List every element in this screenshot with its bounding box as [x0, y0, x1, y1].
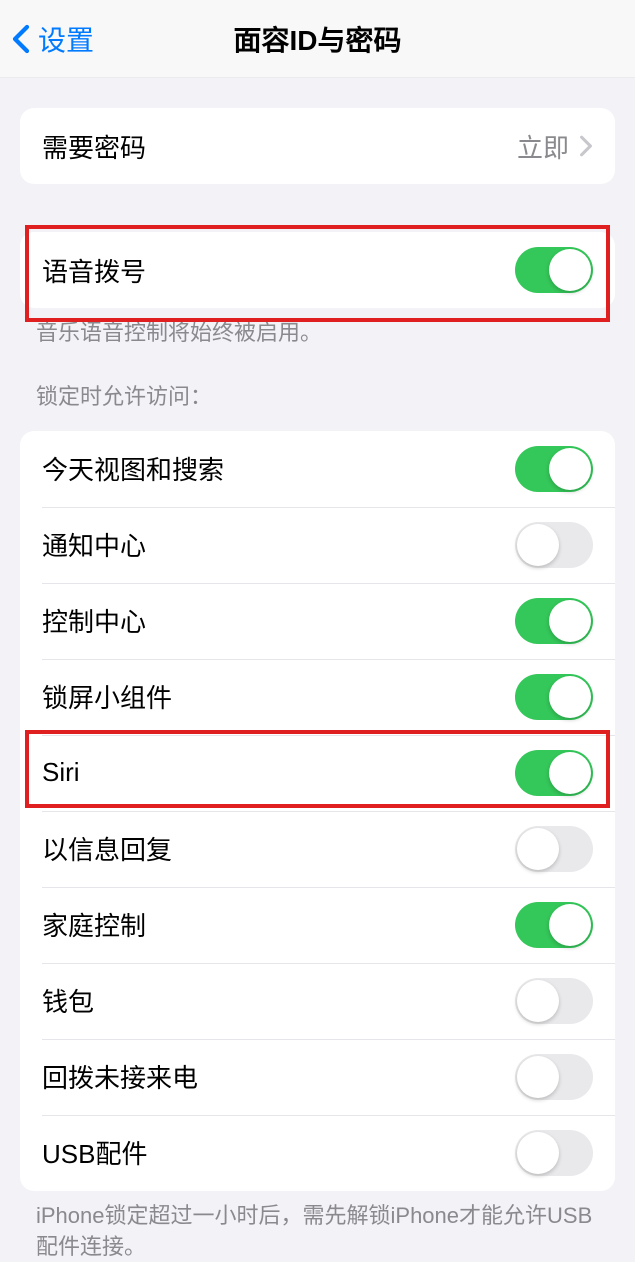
lock-access-header: 锁定时允许访问： — [0, 349, 635, 421]
lock-access-label: 锁屏小组件 — [42, 678, 515, 715]
lock-access-toggle[interactable] — [515, 826, 593, 872]
lock-access-label: Siri — [42, 757, 515, 788]
lock-access-label: 家庭控制 — [42, 906, 515, 943]
voice-dial-footer: 音乐语音控制将始终被启用。 — [0, 308, 635, 349]
navigation-bar: 设置 面容ID与密码 — [0, 0, 635, 78]
back-button[interactable]: 设置 — [0, 19, 94, 59]
lock-access-row: 以信息回复 — [20, 811, 615, 887]
chevron-right-icon — [579, 135, 593, 157]
lock-access-toggle[interactable] — [515, 978, 593, 1024]
lock-access-row: USB配件 — [20, 1115, 615, 1191]
lock-access-row: 家庭控制 — [20, 887, 615, 963]
toggle-knob — [517, 524, 559, 566]
voice-dial-row: 语音拨号 — [20, 232, 615, 308]
lock-access-row: 锁屏小组件 — [20, 659, 615, 735]
lock-access-row: Siri — [20, 735, 615, 811]
lock-access-toggle[interactable] — [515, 1054, 593, 1100]
lock-access-row: 通知中心 — [20, 507, 615, 583]
voice-dial-group: 语音拨号 — [20, 232, 615, 308]
voice-dial-toggle[interactable] — [515, 247, 593, 293]
lock-access-label: 通知中心 — [42, 526, 515, 563]
lock-access-toggle[interactable] — [515, 1130, 593, 1176]
lock-access-row: 钱包 — [20, 963, 615, 1039]
lock-access-footer: iPhone锁定超过一小时后，需先解锁iPhone才能允许USB配件连接。 — [0, 1191, 635, 1262]
lock-access-toggle[interactable] — [515, 598, 593, 644]
passcode-group: 需要密码 立即 — [20, 108, 615, 184]
toggle-knob — [549, 752, 591, 794]
lock-access-toggle[interactable] — [515, 674, 593, 720]
lock-access-row: 回拨未接来电 — [20, 1039, 615, 1115]
toggle-knob — [549, 448, 591, 490]
lock-access-toggle[interactable] — [515, 902, 593, 948]
lock-access-label: 钱包 — [42, 982, 515, 1019]
require-passcode-row[interactable]: 需要密码 立即 — [20, 108, 615, 184]
toggle-knob — [549, 600, 591, 642]
voice-dial-label: 语音拨号 — [42, 252, 515, 289]
toggle-knob — [517, 980, 559, 1022]
page-title: 面容ID与密码 — [233, 19, 401, 59]
lock-access-label: 今天视图和搜索 — [42, 450, 515, 487]
chevron-left-icon — [12, 24, 30, 54]
toggle-knob — [517, 828, 559, 870]
lock-access-label: 回拨未接来电 — [42, 1058, 515, 1095]
lock-access-toggle[interactable] — [515, 446, 593, 492]
lock-access-toggle[interactable] — [515, 750, 593, 796]
content: 需要密码 立即 语音拨号 音乐语音控制将始终被启用。 锁定时允许访问： 今天视图… — [0, 108, 635, 1262]
lock-access-row: 控制中心 — [20, 583, 615, 659]
lock-access-label: USB配件 — [42, 1134, 515, 1171]
require-passcode-label: 需要密码 — [42, 128, 517, 165]
back-label: 设置 — [38, 19, 94, 59]
toggle-knob — [549, 904, 591, 946]
lock-access-group: 今天视图和搜索通知中心控制中心锁屏小组件 Siri 以信息回复家庭控制钱包回拨未接来… — [20, 431, 615, 1191]
require-passcode-value: 立即 — [517, 128, 569, 165]
lock-access-label: 控制中心 — [42, 602, 515, 639]
lock-access-label: 以信息回复 — [42, 830, 515, 867]
toggle-knob — [517, 1056, 559, 1098]
toggle-knob — [549, 249, 591, 291]
toggle-knob — [517, 1132, 559, 1174]
toggle-knob — [549, 676, 591, 718]
lock-access-toggle[interactable] — [515, 522, 593, 568]
lock-access-row: 今天视图和搜索 — [20, 431, 615, 507]
